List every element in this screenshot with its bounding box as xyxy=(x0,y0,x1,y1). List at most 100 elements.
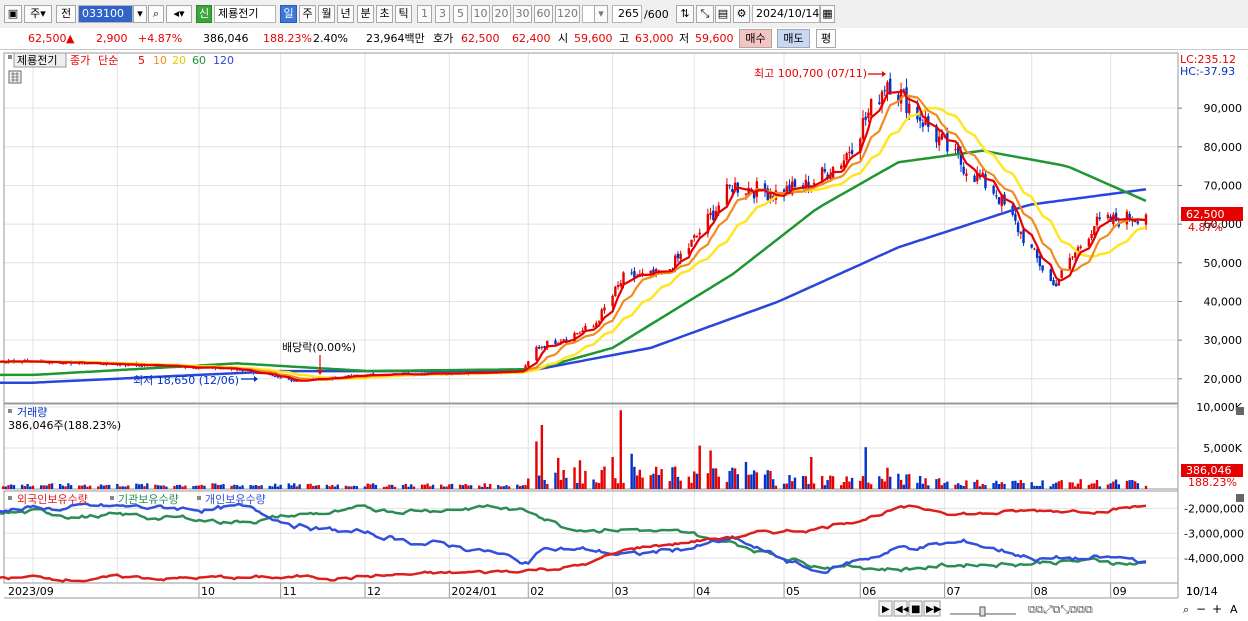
bar-count-input[interactable]: 265 xyxy=(612,5,642,23)
volume-bar xyxy=(635,475,639,489)
sell-button[interactable]: 매도 xyxy=(777,29,810,48)
volume-bar xyxy=(230,485,233,489)
tab-day[interactable]: 일 xyxy=(280,5,297,23)
volume-bar xyxy=(693,471,696,489)
stock-chart[interactable]: 20,00030,00040,00050,00060,00070,00080,0… xyxy=(0,50,1248,621)
tab-tick[interactable]: 틱 xyxy=(395,5,412,23)
tab-second[interactable]: 초 xyxy=(376,5,393,23)
volume-bar xyxy=(731,467,734,489)
volume-bar xyxy=(614,478,617,489)
chevron-down-icon[interactable]: ▾ xyxy=(594,5,608,23)
volume-bar xyxy=(88,485,92,489)
volume-bar xyxy=(58,483,62,489)
volume-bar xyxy=(83,484,86,489)
chevron-down-icon[interactable]: ▾ xyxy=(133,5,147,23)
minute-option-60[interactable]: 60 xyxy=(534,5,553,23)
volume-bar xyxy=(981,484,984,489)
zoom-slider-handle[interactable] xyxy=(979,606,986,617)
save-icon[interactable]: ▤ xyxy=(715,5,731,23)
buy-button[interactable]: 매수 xyxy=(739,29,772,48)
minute-option-20[interactable]: 20 xyxy=(492,5,511,23)
x-tick-label: 12 xyxy=(367,585,381,598)
volume-bar xyxy=(178,484,182,489)
volume-bar xyxy=(845,476,848,489)
volume-bar xyxy=(238,486,242,489)
gear-icon[interactable]: ⚙ xyxy=(733,5,750,23)
volume-bar xyxy=(869,484,873,489)
last-price-label: 62,500 xyxy=(1186,208,1225,221)
draw-tool-icon[interactable]: ⤡ xyxy=(696,5,714,23)
volume-bar xyxy=(216,485,220,489)
volume-bar xyxy=(793,477,797,489)
search-icon[interactable]: ⌕ xyxy=(148,5,164,23)
low-label: 저 xyxy=(679,32,690,45)
volume-tick-label: 5,000K xyxy=(1203,442,1242,455)
toolbar-icons[interactable]: ⧉⧉⤢⧉⤡⧉⧉⧉ xyxy=(1028,603,1093,616)
volume-bar xyxy=(366,483,369,489)
candle-body xyxy=(1068,257,1072,271)
volume-bar xyxy=(595,482,598,489)
candle-body xyxy=(603,307,606,311)
minute-option-1[interactable]: 1 xyxy=(417,5,432,23)
candle-body xyxy=(908,103,911,114)
volume-bar xyxy=(537,475,541,489)
minute-option-5[interactable]: 5 xyxy=(453,5,468,23)
volume-bar xyxy=(1011,480,1014,489)
tab-year[interactable]: 년 xyxy=(337,5,354,23)
volume-bar xyxy=(273,483,277,489)
candle-body xyxy=(1136,221,1140,224)
volume-bar xyxy=(23,486,27,489)
up-arrow-icon: ▲ xyxy=(66,32,75,45)
calendar-icon[interactable]: ▦ xyxy=(820,5,835,23)
window-icon[interactable]: ▣ xyxy=(4,5,22,23)
speaker-icon[interactable]: ◂▾ xyxy=(166,5,192,23)
volume-bar xyxy=(712,468,715,489)
volume-bar xyxy=(556,457,560,489)
volume-bar xyxy=(709,450,712,489)
volume-bar xyxy=(195,485,198,489)
volume-bar xyxy=(807,483,810,489)
plus-icon[interactable]: + xyxy=(1212,602,1222,616)
volume-bar xyxy=(478,485,481,489)
date-input[interactable]: 2024/10/14 xyxy=(752,5,820,23)
tab-week[interactable]: 주 xyxy=(299,5,316,23)
stock-code-input[interactable]: 033100 xyxy=(78,5,133,23)
prev-button[interactable]: 전 xyxy=(56,5,76,23)
candle-body xyxy=(540,346,544,348)
holdings-panel-close-icon[interactable] xyxy=(1236,494,1244,502)
volume-bar xyxy=(295,486,299,489)
minute-option-30[interactable]: 30 xyxy=(513,5,532,23)
legend-individual: 개인보유수량 xyxy=(205,493,266,506)
x-tick-label: 03 xyxy=(615,585,629,598)
evaluate-button[interactable]: 평 xyxy=(816,29,836,48)
candle-body xyxy=(293,380,296,382)
compare-icon[interactable]: ⇅ xyxy=(676,5,694,23)
text-size-icon[interactable]: A xyxy=(1230,603,1238,616)
legend-ma20: 20 xyxy=(172,54,186,67)
volume-bar xyxy=(42,485,46,489)
volume-bar xyxy=(1,486,5,489)
volume-bar xyxy=(878,476,881,489)
minute-option-3[interactable]: 3 xyxy=(435,5,450,23)
candle-body xyxy=(728,184,731,187)
candle-body xyxy=(584,326,587,330)
zoom-in-icon[interactable]: ⌕ xyxy=(1183,603,1189,616)
candle-body xyxy=(698,232,701,235)
volume-bar xyxy=(1057,481,1061,489)
volume-bar xyxy=(39,485,43,489)
minute-option-120[interactable]: 120 xyxy=(555,5,580,23)
volume-bar xyxy=(1106,484,1110,489)
minute-option-10[interactable]: 10 xyxy=(471,5,490,23)
candle-body xyxy=(744,193,748,195)
candle-body xyxy=(1098,217,1101,219)
volume-bar xyxy=(943,482,946,489)
volume-bar xyxy=(211,483,214,489)
legend-ma5: 5 xyxy=(138,54,145,67)
bid-price: 62,400 xyxy=(512,32,551,45)
tab-minute[interactable]: 분 xyxy=(357,5,374,23)
volume-bar xyxy=(1033,485,1036,489)
volume-panel-close-icon[interactable] xyxy=(1236,407,1244,415)
market-select[interactable]: 주▾ xyxy=(24,5,52,23)
minus-icon[interactable]: − xyxy=(1196,602,1206,616)
tab-month[interactable]: 월 xyxy=(318,5,335,23)
